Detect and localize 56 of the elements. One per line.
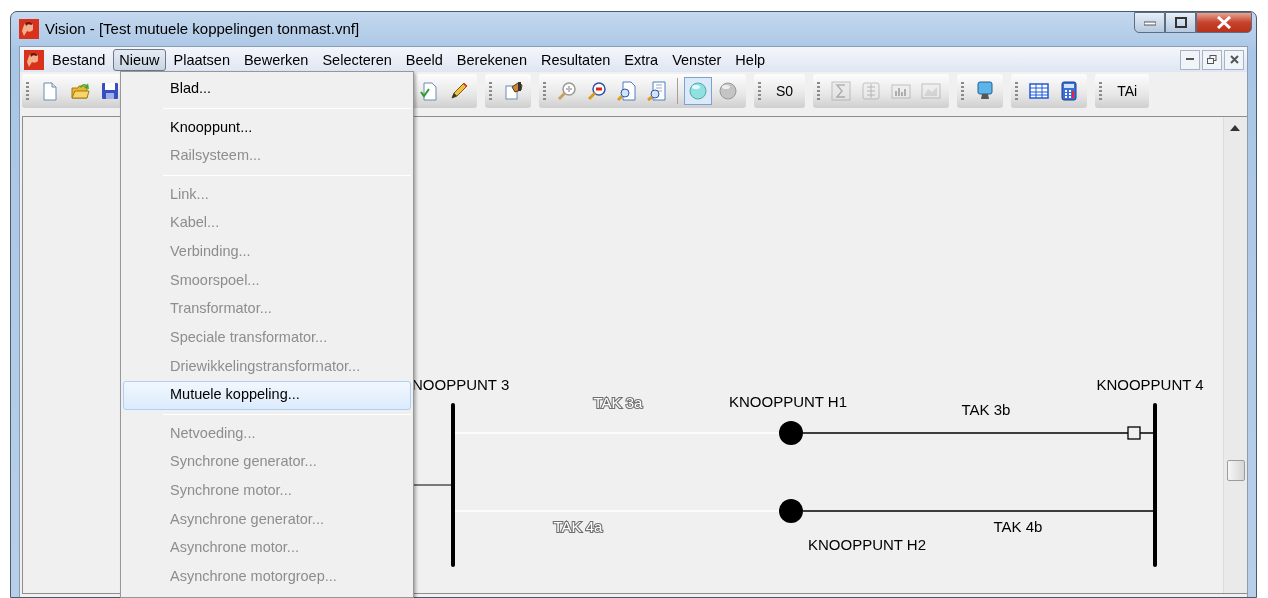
scroll-up-icon[interactable]: [1230, 125, 1240, 131]
node-label: KNOOPPUNT 4: [1096, 376, 1204, 393]
pencil-icon[interactable]: [449, 81, 469, 101]
menu-item[interactable]: Mutuele koppeling...: [123, 380, 411, 410]
restore-button[interactable]: [1202, 49, 1222, 70]
text-tool-button[interactable]: TAi: [1109, 80, 1146, 102]
menu-item[interactable]: Knooppunt...: [123, 113, 411, 142]
close-button[interactable]: [1224, 49, 1244, 70]
calculator-icon[interactable]: [1059, 81, 1080, 101]
close-icon: [1229, 55, 1239, 64]
scrollbar-thumb[interactable]: [1227, 460, 1245, 481]
node-label: NOOPPUNT 3: [412, 376, 510, 393]
menu-item[interactable]: Bewerken: [237, 48, 315, 71]
menu-item[interactable]: Blad...: [123, 75, 411, 104]
folder-icon[interactable]: [70, 81, 90, 101]
save-icon[interactable]: [100, 81, 120, 101]
menu-item[interactable]: Venster: [666, 48, 728, 71]
close-icon: [1216, 16, 1232, 29]
node-dot: [779, 499, 803, 523]
window-title: Vision - [Test mutuele koppelingen tonmast.vnf]: [45, 18, 360, 39]
text-tool-button[interactable]: S0: [768, 80, 802, 102]
branch-label: TAK 3b: [961, 401, 1011, 418]
maximize-button[interactable]: [1165, 12, 1196, 33]
monitor-icon[interactable]: [975, 81, 996, 101]
close-button[interactable]: [1196, 12, 1252, 33]
menu-item[interactable]: Extra: [618, 48, 665, 71]
node-label: KNOOPPUNT H2: [807, 536, 927, 553]
menu-item[interactable]: Beeld: [399, 48, 449, 71]
app-icon: [24, 49, 44, 70]
minimize-button[interactable]: [1134, 12, 1165, 33]
menu-item[interactable]: Plaatsen: [167, 48, 236, 71]
zoom-out-icon[interactable]: [587, 81, 607, 101]
restore-icon: [1207, 54, 1217, 65]
magnifier-page-icon[interactable]: [617, 81, 637, 101]
branch-label: TAK 4b: [993, 518, 1043, 535]
branch-label: TAK 4a: [553, 518, 603, 535]
node-label: KNOOPPUNT H1: [728, 393, 848, 410]
table-icon[interactable]: [1029, 81, 1050, 101]
minimize-icon: [1186, 58, 1194, 61]
magnifier-page-icon[interactable]: [647, 81, 667, 101]
app-icon: [19, 19, 39, 39]
menu-item[interactable]: Selecteren: [316, 48, 398, 71]
menu-item[interactable]: Help: [729, 48, 772, 71]
zoom-in-icon[interactable]: [557, 81, 577, 101]
minimize-icon: [1143, 19, 1156, 26]
menu-item[interactable]: Resultaten: [535, 48, 617, 71]
maximize-icon: [1174, 17, 1187, 28]
branch-label: TAK 3a: [593, 394, 643, 411]
menu-item[interactable]: Nieuw: [113, 48, 166, 71]
clipboard-icon[interactable]: [503, 81, 523, 101]
scrollbar[interactable]: [1223, 117, 1247, 593]
menu-item[interactable]: Bestand: [46, 48, 112, 71]
node-dot: [779, 421, 803, 445]
document-icon[interactable]: [419, 81, 439, 101]
minimize-button[interactable]: [1180, 49, 1200, 70]
menu-item[interactable]: Berekenen: [450, 48, 533, 71]
